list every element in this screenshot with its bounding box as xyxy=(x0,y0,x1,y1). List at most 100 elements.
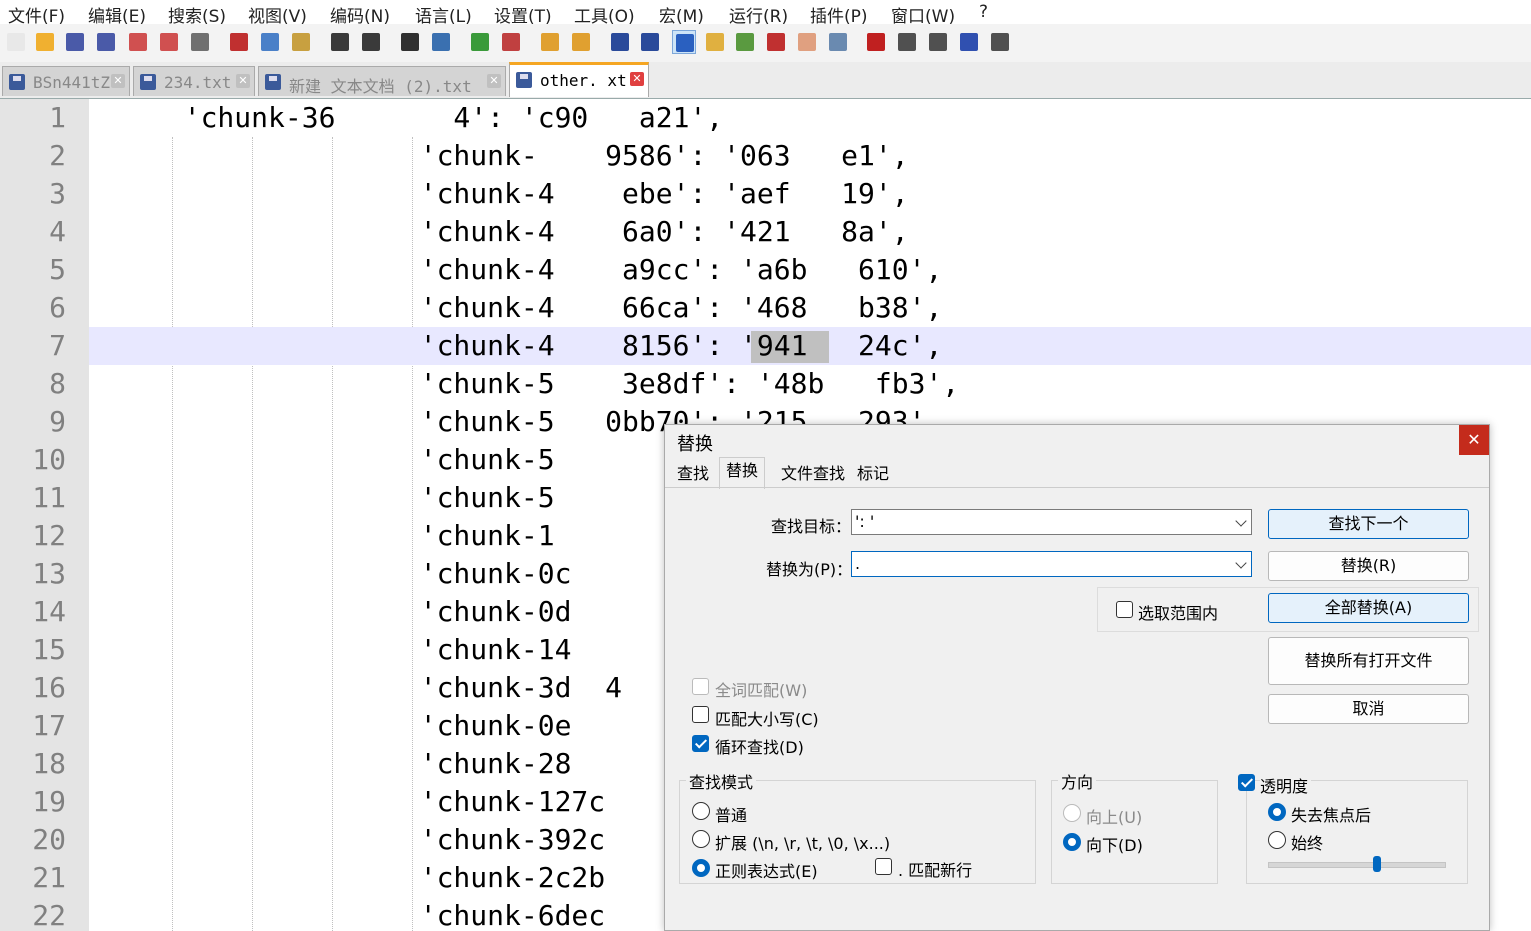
search-mode-regex-radio[interactable] xyxy=(692,859,710,877)
new-file-button[interactable] xyxy=(4,30,28,54)
code-line[interactable]: 'chunk-4 66ca': '468 b38', xyxy=(89,289,1531,327)
record-macro-button[interactable] xyxy=(864,30,888,54)
paste-button[interactable] xyxy=(289,30,313,54)
copy-button[interactable] xyxy=(258,30,282,54)
search-mode-extended-radio[interactable] xyxy=(692,830,710,848)
replace-button[interactable]: 替换(R) xyxy=(1268,551,1469,581)
replace-all-open-docs-button[interactable]: 替换所有打开文件 xyxy=(1268,637,1469,685)
match-case-checkbox[interactable] xyxy=(692,706,709,723)
play-macro-button[interactable] xyxy=(926,30,950,54)
sync-vertical-button[interactable] xyxy=(538,30,562,54)
search-mode-normal-radio[interactable] xyxy=(692,802,710,820)
code-line[interactable]: 'chunk-4 a9cc': 'a6b 610', xyxy=(89,251,1531,289)
current-line[interactable]: 'chunk-4 8156': '941 24c', xyxy=(89,327,1531,365)
user-lang-button[interactable] xyxy=(703,30,727,54)
line-number: 7 xyxy=(49,329,66,362)
transparency-slider-thumb[interactable] xyxy=(1373,856,1382,872)
replace-with-value: . xyxy=(855,554,861,573)
replace-button[interactable] xyxy=(429,30,453,54)
code-line[interactable]: 'chunk- 9586': '063 e1', xyxy=(89,137,1531,175)
tab-mark[interactable]: 标记 xyxy=(851,461,895,487)
transparency-slider-track[interactable] xyxy=(1268,862,1446,868)
zoom-out-button[interactable] xyxy=(499,30,523,54)
tab-close-icon[interactable]: ✕ xyxy=(236,74,250,88)
stop-macro-button[interactable] xyxy=(895,30,919,54)
open-file-button[interactable] xyxy=(33,30,57,54)
menu-item-12[interactable]: ? xyxy=(979,2,988,22)
transparency-on-lose-focus-radio[interactable] xyxy=(1268,803,1286,821)
code-text: 'chunk-5 xyxy=(150,481,555,514)
tab-close-icon[interactable]: ✕ xyxy=(630,72,644,86)
saved-disk-icon xyxy=(140,74,156,90)
find-what-input[interactable]: ': ' xyxy=(851,509,1252,535)
code-line[interactable]: 'chunk-4 ebe': 'aef 19', xyxy=(89,175,1531,213)
tab-file-3[interactable]: 新建 文本文档 (2).txt ✕ xyxy=(258,66,506,96)
in-selection-checkbox[interactable] xyxy=(1116,601,1133,618)
tab-close-icon[interactable]: ✕ xyxy=(111,74,125,88)
monitoring-button[interactable] xyxy=(826,30,850,54)
run-macro-multiple-button[interactable] xyxy=(957,30,981,54)
transparency-always-label: 始终 xyxy=(1291,834,1324,853)
transparency-on-lose-focus-label: 失去焦点后 xyxy=(1291,806,1372,825)
match-case-label: 匹配大小写(C) xyxy=(715,710,819,729)
chevron-down-icon[interactable] xyxy=(1235,515,1247,527)
close-button[interactable] xyxy=(126,30,150,54)
replace-with-input[interactable]: . xyxy=(851,551,1252,577)
transparency-always-radio[interactable] xyxy=(1268,831,1286,849)
indent-guide-button[interactable] xyxy=(672,30,696,54)
menu-bar: 文件(F) 编辑(E) 搜索(S) 视图(V) 编码(N) 语言(L) 设置(T) 工具(O)… xyxy=(0,0,1531,27)
whole-word-checkbox[interactable] xyxy=(692,678,709,695)
code-text: 'chunk-5 xyxy=(150,443,555,476)
find-what-value: ': ' xyxy=(855,512,875,531)
record-macro-icon xyxy=(867,33,885,51)
sync-horizontal-button[interactable] xyxy=(569,30,593,54)
doc-map-button[interactable] xyxy=(733,30,757,54)
folder-workspace-button[interactable] xyxy=(795,30,819,54)
cut-button[interactable] xyxy=(227,30,251,54)
tab-file-2[interactable]: 234.txt ✕ xyxy=(133,66,255,96)
transparency-checkbox[interactable] xyxy=(1238,774,1255,791)
line-number: 5 xyxy=(49,253,66,286)
save-macro-button[interactable] xyxy=(988,30,1012,54)
dot-matches-newline-checkbox[interactable] xyxy=(875,858,892,875)
redo-button[interactable] xyxy=(359,30,383,54)
direction-down-radio[interactable] xyxy=(1063,833,1081,851)
cancel-button[interactable]: 取消 xyxy=(1268,694,1469,724)
code-text: 'chunk-0d xyxy=(150,595,572,628)
code-text: 'chunk-6dec xyxy=(150,899,606,931)
word-wrap-button[interactable] xyxy=(608,30,632,54)
print-button[interactable] xyxy=(188,30,212,54)
code-line[interactable]: 'chunk-5 3e8df': '48b fb3', xyxy=(89,365,1531,403)
find-next-button[interactable]: 查找下一个 xyxy=(1268,509,1469,539)
dialog-close-button[interactable]: ✕ xyxy=(1459,425,1489,455)
save-all-button[interactable] xyxy=(94,30,118,54)
code-text: 'chunk-4 a9cc': 'a6b 610', xyxy=(150,253,943,286)
paste-icon xyxy=(292,33,310,51)
tab-close-icon[interactable]: ✕ xyxy=(487,74,501,88)
direction-up-radio[interactable] xyxy=(1063,804,1081,822)
tab-file-active[interactable]: other. xt ✕ xyxy=(509,62,649,97)
find-button[interactable] xyxy=(398,30,422,54)
line-number: 2 xyxy=(49,139,66,172)
tab-find-in-files[interactable]: 文件查找 xyxy=(775,461,851,487)
indent-guide-icon xyxy=(676,34,694,52)
chevron-down-icon[interactable] xyxy=(1235,557,1247,569)
tab-replace[interactable]: 替换 xyxy=(719,457,766,489)
code-line[interactable]: 'chunk-4 6a0': '421 8a', xyxy=(89,213,1531,251)
code-line[interactable]: 'chunk-36 4': 'c90 a21', xyxy=(89,99,1531,137)
tab-label: 234.txt xyxy=(164,73,232,92)
save-button[interactable] xyxy=(63,30,87,54)
close-all-button[interactable] xyxy=(157,30,181,54)
wrap-around-checkbox[interactable] xyxy=(692,735,709,752)
function-list-button[interactable] xyxy=(764,30,788,54)
zoom-in-button[interactable] xyxy=(468,30,492,54)
code-text: 'chunk-5 3e8df': '48b fb3', xyxy=(150,367,960,400)
monitoring-icon xyxy=(829,33,847,51)
tab-file-1[interactable]: BSn441tZ ✕ xyxy=(2,66,130,96)
show-all-chars-button[interactable] xyxy=(638,30,662,54)
close-all-icon xyxy=(160,33,178,51)
undo-button[interactable] xyxy=(328,30,352,54)
tab-find[interactable]: 查找 xyxy=(671,461,715,487)
replace-all-button[interactable]: 全部替换(A) xyxy=(1268,593,1469,623)
save-macro-icon xyxy=(991,33,1009,51)
